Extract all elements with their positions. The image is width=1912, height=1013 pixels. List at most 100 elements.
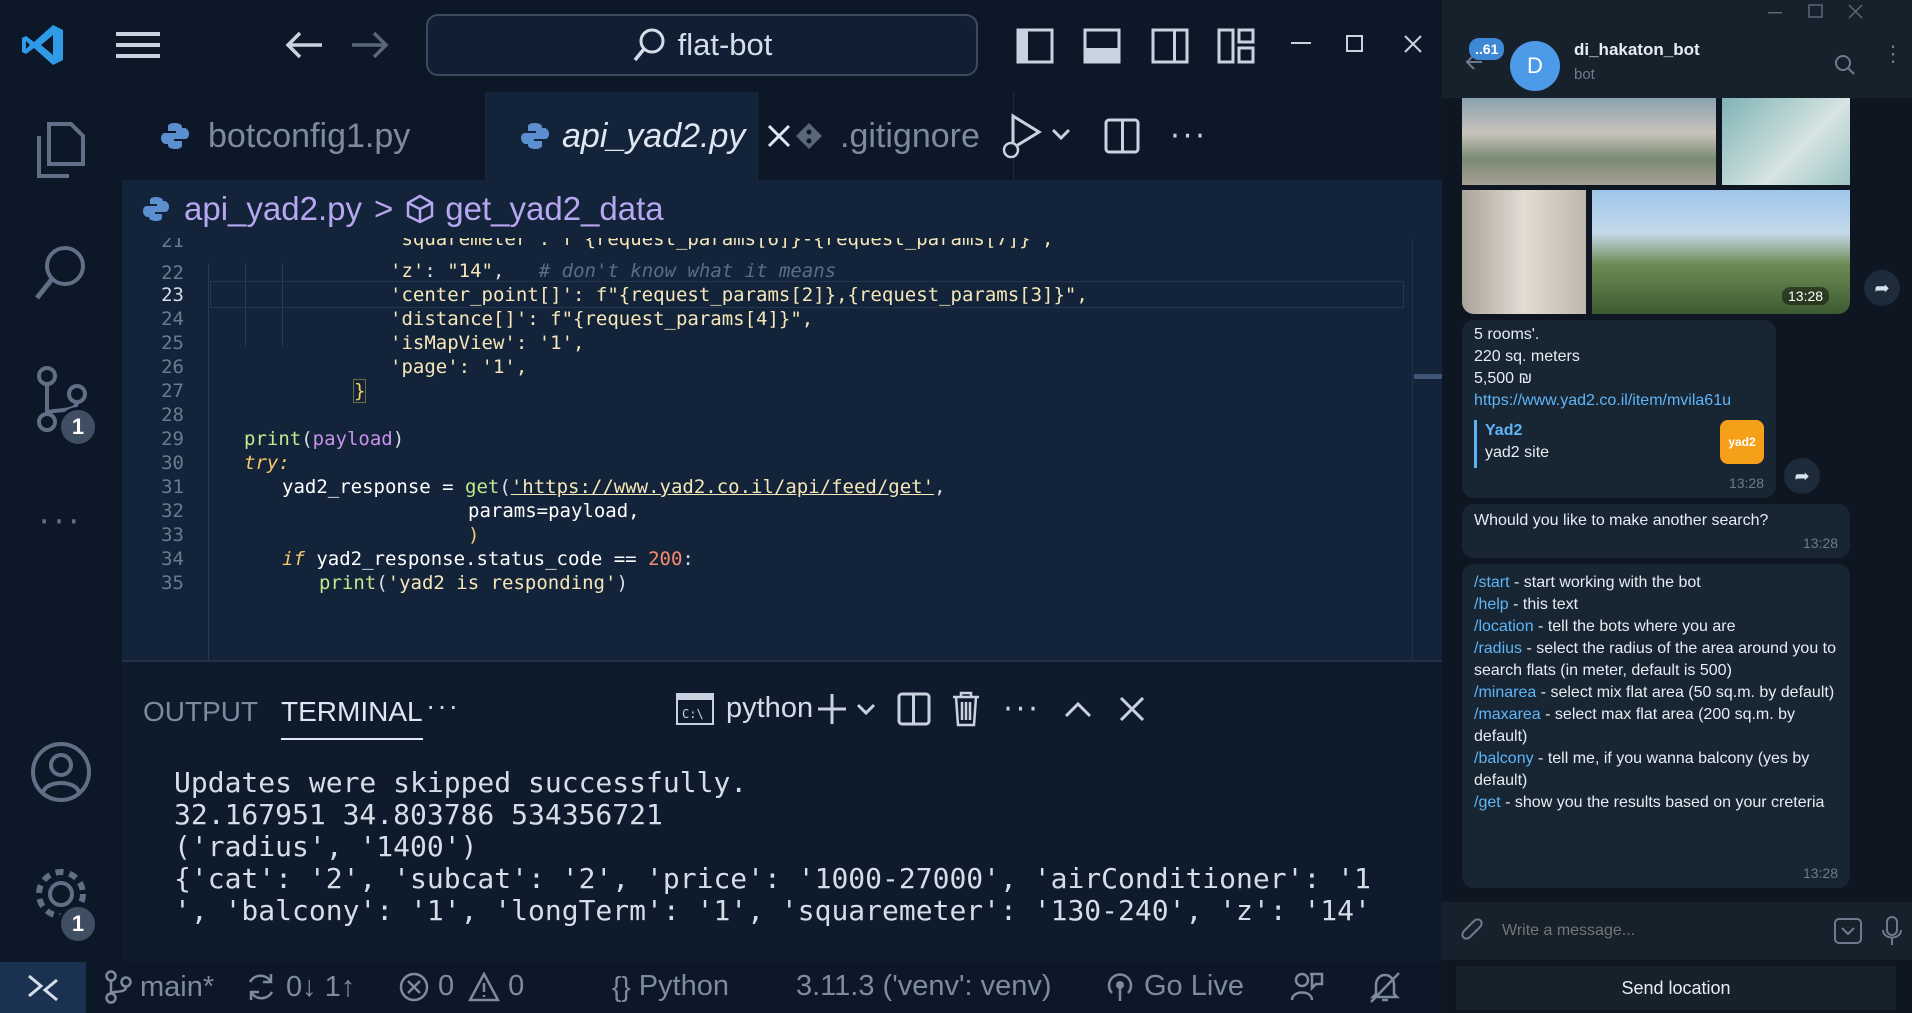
command-link[interactable]: /radius [1474, 640, 1522, 657]
status-bar: main* 0↓ 1↑ 0 0 {} Python 3.11.3 ('venv'… [0, 962, 1442, 1013]
maximize-icon[interactable] [1338, 22, 1372, 66]
maximize-panel-icon[interactable] [1054, 686, 1102, 732]
command-link[interactable]: /balcony [1474, 750, 1534, 767]
number: 200 [648, 548, 683, 570]
scrollbar-marker [1414, 374, 1442, 379]
toggle-primary-sidebar-icon[interactable] [1013, 24, 1057, 68]
command-link[interactable]: /minarea [1474, 684, 1536, 701]
message-time: 13:28 [1728, 475, 1764, 491]
line-number: 28 [161, 404, 184, 426]
command-link[interactable]: /start [1474, 574, 1510, 591]
panel-more-icon[interactable]: ··· [426, 690, 460, 722]
maximize-icon[interactable] [1808, 4, 1824, 20]
split-terminal-icon[interactable] [892, 686, 936, 732]
terminal-more-icon[interactable]: ··· [998, 686, 1046, 732]
forward-icon[interactable]: ➦ [1784, 458, 1820, 494]
chat-title[interactable]: di_hakaton_bot [1574, 40, 1700, 60]
close-window-icon[interactable] [1848, 4, 1864, 20]
command-link[interactable]: /help [1474, 596, 1509, 613]
branch-status[interactable]: main* [104, 970, 214, 1004]
command-desc: - select mix flat area (50 sq.m. by defa… [1536, 684, 1835, 701]
minimize-icon[interactable] [1284, 22, 1318, 66]
accounts-icon[interactable] [0, 740, 122, 804]
attach-icon[interactable] [1460, 918, 1486, 951]
tab-api-yad2[interactable]: api_yad2.py [486, 92, 791, 180]
feedback-icon[interactable] [1290, 970, 1324, 1002]
command-link[interactable]: /get [1474, 794, 1501, 811]
code-line: 'page': '1', [390, 356, 528, 378]
command-link[interactable]: /location [1474, 618, 1534, 635]
customize-layout-icon[interactable] [1214, 24, 1258, 68]
line-number: 34 [161, 548, 184, 570]
tab-gitignore[interactable]: .gitignore [758, 92, 1014, 180]
toggle-secondary-sidebar-icon[interactable] [1148, 24, 1192, 68]
terminal-shell-name: python [726, 692, 814, 724]
language-name: Python [638, 970, 729, 1002]
menu-icon[interactable] [114, 24, 162, 66]
tab-label: api_yad2.py [562, 116, 746, 155]
problems-status[interactable]: 0 0 [398, 970, 524, 1003]
photo-bathroom[interactable] [1462, 190, 1586, 314]
more-views-icon[interactable]: ··· [0, 502, 122, 542]
go-live-status[interactable]: Go Live [1104, 970, 1244, 1003]
command-link[interactable]: /maxarea [1474, 706, 1541, 723]
search-icon[interactable] [1834, 54, 1856, 81]
line-number: 35 [161, 572, 184, 594]
photo-shower[interactable] [1722, 98, 1850, 185]
url-string[interactable]: 'https://www.yad2.co.il/api/feed/get' [511, 476, 934, 498]
command-center-search[interactable]: flat-bot [426, 14, 978, 76]
back-arrow-icon[interactable] [280, 24, 328, 66]
breadcrumb-symbol[interactable]: get_yad2_data [445, 190, 663, 228]
toggle-panel-icon[interactable] [1080, 24, 1124, 68]
kill-terminal-icon[interactable] [944, 686, 988, 732]
breadcrumb-file[interactable]: api_yad2.py [184, 190, 362, 228]
forward-arrow-icon[interactable] [346, 24, 394, 66]
message-input[interactable] [1500, 914, 1800, 948]
avatar[interactable]: D [1510, 41, 1560, 91]
code-line: yad2_response = get('https://www.yad2.co… [282, 476, 946, 498]
tab-output[interactable]: OUTPUT [143, 696, 258, 728]
send-location-button[interactable]: Send location [1456, 966, 1896, 1010]
tab-terminal[interactable]: TERMINAL [281, 696, 423, 740]
remote-indicator-icon[interactable] [0, 962, 86, 1013]
breadcrumb-separator: > [373, 190, 394, 227]
help-item: /help - this text [1474, 594, 1838, 616]
close-panel-icon[interactable] [1108, 686, 1156, 732]
help-item: /maxarea - select max flat area (200 sq.… [1474, 704, 1838, 748]
split-editor-icon[interactable] [1100, 114, 1144, 158]
code-line: 'distance[]': f"{request_params[4]}", [390, 308, 814, 330]
run-debug-icon[interactable] [992, 110, 1082, 162]
link-preview[interactable]: Yad2 yad2 site yad2 [1474, 420, 1764, 468]
tab-botconfig1[interactable]: botconfig1.py [122, 92, 486, 180]
code-line: 'isMapView': '1', [390, 332, 585, 354]
more-vertical-icon[interactable]: ⋮ [1882, 43, 1904, 65]
more-actions-icon[interactable]: ··· [1164, 114, 1214, 158]
code-line: 'center_point[]': f"{request_params[2]},… [390, 284, 1088, 306]
minimize-icon[interactable] [1768, 4, 1784, 20]
braces-icon: {} [612, 970, 631, 1002]
line-number: 27 [161, 380, 184, 402]
terminal-selector[interactable]: C:\ python [676, 692, 813, 725]
listing-link[interactable]: https://www.yad2.co.il/item/mvila61u [1474, 390, 1764, 412]
variable: payload [312, 428, 393, 450]
explorer-icon[interactable] [0, 118, 122, 182]
notifications-muted-icon[interactable] [1368, 970, 1402, 1004]
photo-time: 13:28 [1782, 287, 1830, 305]
search-sidebar-icon[interactable] [0, 242, 122, 306]
sync-status[interactable]: 0↓ 1↑ [244, 970, 355, 1004]
message-time: 13:28 [1802, 535, 1838, 551]
vscode-window: flat-bot 1 ··· 1 botconfig1.py api_yad2.… [0, 0, 1442, 1013]
microphone-icon[interactable] [1882, 916, 1902, 951]
terminal-icon: C:\ [676, 692, 714, 725]
go-live-label: Go Live [1144, 970, 1244, 1002]
language-mode[interactable]: {} Python [612, 970, 729, 1003]
forward-icon[interactable]: ➦ [1864, 270, 1900, 306]
editor-tabs: botconfig1.py api_yad2.py .gitignore ··· [122, 92, 1442, 180]
python-interpreter[interactable]: 3.11.3 ('venv': venv) [796, 970, 1052, 1003]
command-desc: - this text [1508, 596, 1579, 613]
photo-balcony-view[interactable] [1462, 98, 1716, 185]
bot-keyboard-icon[interactable] [1834, 918, 1862, 949]
close-window-icon[interactable] [1396, 22, 1430, 66]
code-editor[interactable]: 21 22 23 24 25 26 27 28 29 30 31 32 33 3… [122, 238, 1442, 660]
new-terminal-icon[interactable] [816, 686, 880, 732]
